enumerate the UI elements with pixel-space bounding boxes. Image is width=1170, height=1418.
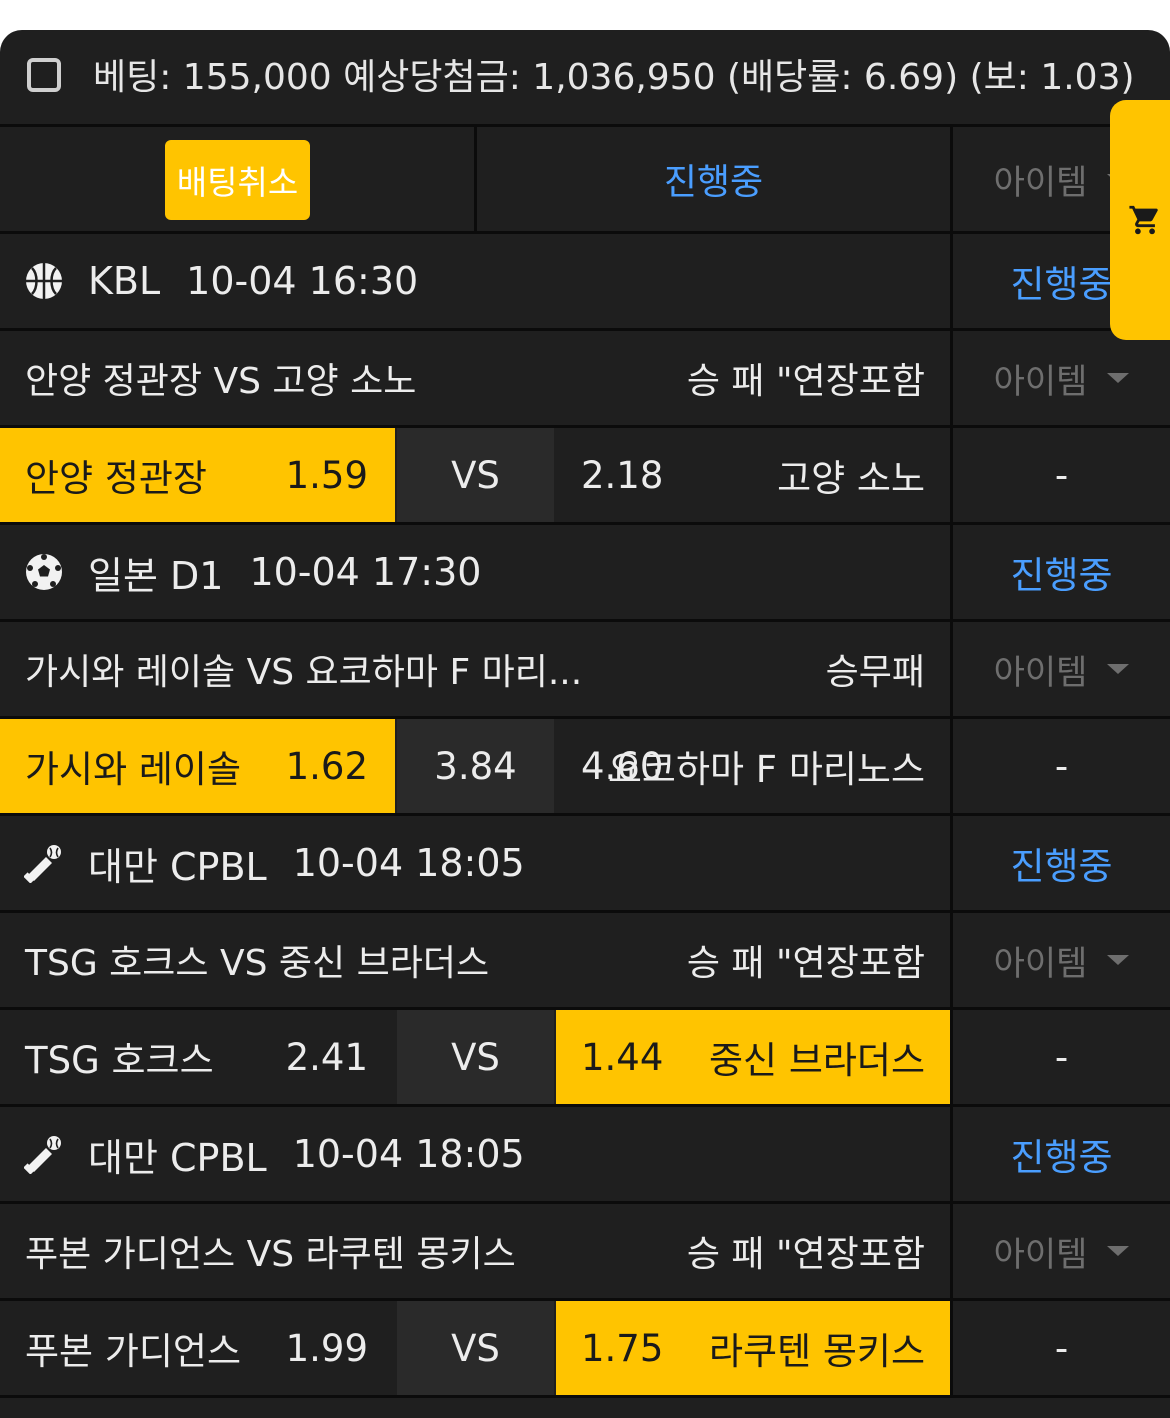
match-row: 푸본 가디언스 VS 라쿠텐 몽키스 승 패 "연장포함 아이템 [0,1204,1170,1301]
item-dropdown[interactable]: 아이템 [953,331,1170,425]
odds-row: TSG 호크스 2.41 VS 중신 브라더스 1.44 - [0,1010,1170,1107]
bet-slip-panel: 베팅: 155,000 예상당첨금: 1,036,950 (배당률: 6.69)… [0,30,1170,1418]
item-dropdown[interactable]: 아이템 [953,1204,1170,1298]
market-type: 승 패 "연장포함 [686,943,925,984]
match-title: 푸본 가디언스 VS 라쿠텐 몽키스 [25,1234,516,1275]
home-team-name: 안양 정관장 [25,457,207,500]
away-odds-button[interactable]: 고양 소노 2.18 [556,428,950,522]
home-team-name: TSG 호크스 [25,1039,214,1082]
market-type: 승 패 "연장포함 [686,361,925,402]
item-dropdown-label: 아이템 [993,1234,1088,1275]
home-odds-button[interactable]: TSG 호크스 2.41 [0,1010,395,1104]
in-progress-label: 진행중 [663,162,764,203]
league-name: KBL [88,259,161,303]
market-type: 승무패 [825,652,925,693]
chevron-down-icon [1107,664,1130,674]
league-info: 대만 CPBL 10-04 18:05 [0,1107,950,1201]
league-info: KBL 10-04 16:30 [0,234,950,328]
odds-row: 안양 정관장 1.59 VS 고양 소노 2.18 - [0,428,1170,525]
draw-odds-button[interactable]: VS [397,428,554,522]
league-info: 대만 CPBL 10-04 18:05 [0,816,950,910]
item-dropdown[interactable]: 아이템 [953,913,1170,1007]
result-value: - [1054,1326,1069,1370]
league-header-row: 대만 CPBL 10-04 18:05 진행중 [0,816,1170,913]
match-row: TSG 호크스 VS 중신 브라더스 승 패 "연장포함 아이템 [0,913,1170,1010]
home-team-name: 푸본 가디언스 [25,1330,242,1373]
home-odds-button[interactable]: 푸본 가디언스 1.99 [0,1301,395,1395]
match-datetime: 10-04 16:30 [186,259,419,303]
away-odd-value: 2.18 [581,453,664,497]
cart-toggle-button[interactable] [1110,100,1170,340]
away-team-name: 고양 소노 [777,457,925,500]
status-link[interactable]: 진행중 [953,1107,1170,1201]
away-team-name: 중신 브라더스 [708,1039,925,1082]
match-title: TSG 호크스 VS 중신 브라더스 [25,943,490,984]
status-link[interactable]: 진행중 [953,816,1170,910]
match-row: 가시와 레이솔 VS 요코하마 F 마리... 승무패 아이템 [0,622,1170,719]
home-odd-value: 1.99 [285,1326,368,1370]
cancel-bet-button[interactable]: 배팅취소 [165,140,310,220]
result-value: - [1054,453,1069,497]
odds-row: 푸본 가디언스 1.99 VS 라쿠텐 몽키스 1.75 - [0,1301,1170,1398]
away-odds-button[interactable]: 중신 브라더스 1.44 [556,1010,950,1104]
away-odds-button[interactable]: 요코하마 F 마리노스 4.60 [556,719,950,813]
draw-odds-button[interactable]: 3.84 [397,719,554,813]
league-header-row: 대만 CPBL 10-04 18:05 진행중 [0,1107,1170,1204]
league-header-row: KBL 10-04 16:30 진행중 [0,234,1170,331]
chevron-down-icon [1107,373,1130,383]
away-odd-value: 4.60 [581,744,664,788]
match-datetime: 10-04 18:05 [292,1132,525,1176]
result-value: - [1054,1035,1069,1079]
select-checkbox[interactable] [27,58,61,92]
status-link[interactable]: 진행중 [953,525,1170,619]
league-name: 대만 CPBL [88,844,267,889]
home-odd-value: 1.59 [285,453,368,497]
match-datetime: 10-04 17:30 [249,550,482,594]
match-title: 안양 정관장 VS 고양 소노 [25,361,417,402]
away-team-name: 라쿠텐 몽키스 [708,1330,925,1373]
league-name: 일본 D1 [88,553,224,598]
home-odd-value: 2.41 [285,1035,368,1079]
match-datetime: 10-04 18:05 [292,841,525,885]
draw-odds-button[interactable]: VS [397,1301,554,1395]
result-value: - [1054,744,1069,788]
item-dropdown-label: 아이템 [993,162,1088,203]
away-odd-value: 1.75 [581,1326,664,1370]
odds-row: 가시와 레이솔 1.62 3.84 요코하마 F 마리노스 4.60 - [0,719,1170,816]
league-header-row: 일본 D1 10-04 17:30 진행중 [0,525,1170,622]
chevron-down-icon [1107,1246,1130,1256]
bet-summary-row: 베팅: 155,000 예상당첨금: 1,036,950 (배당률: 6.69)… [0,30,1170,127]
home-team-name: 가시와 레이솔 [25,748,242,791]
bet-summary-text: 베팅: 155,000 예상당첨금: 1,036,950 (배당률: 6.69)… [93,57,1135,98]
away-odds-button[interactable]: 라쿠텐 몽키스 1.75 [556,1301,950,1395]
item-dropdown-label: 아이템 [993,652,1088,693]
draw-odds-button[interactable]: VS [397,1010,554,1104]
league-info: 일본 D1 10-04 17:30 [0,525,950,619]
league-name: 대만 CPBL [88,1135,267,1180]
match-title: 가시와 레이솔 VS 요코하마 F 마리... [25,652,583,693]
home-odds-button[interactable]: 안양 정관장 1.59 [0,428,395,522]
away-odd-value: 1.44 [581,1035,664,1079]
item-dropdown-label: 아이템 [993,361,1088,402]
home-odds-button[interactable]: 가시와 레이솔 1.62 [0,719,395,813]
match-row: 안양 정관장 VS 고양 소노 승 패 "연장포함 아이템 [0,331,1170,428]
item-dropdown-label: 아이템 [993,943,1088,984]
shopping-cart-icon [1129,205,1158,235]
bet-header-row: 배팅취소 진행중 아이템 [0,127,1170,234]
chevron-down-icon [1107,955,1130,965]
home-odd-value: 1.62 [285,744,368,788]
market-type: 승 패 "연장포함 [686,1234,925,1275]
item-dropdown[interactable]: 아이템 [953,622,1170,716]
